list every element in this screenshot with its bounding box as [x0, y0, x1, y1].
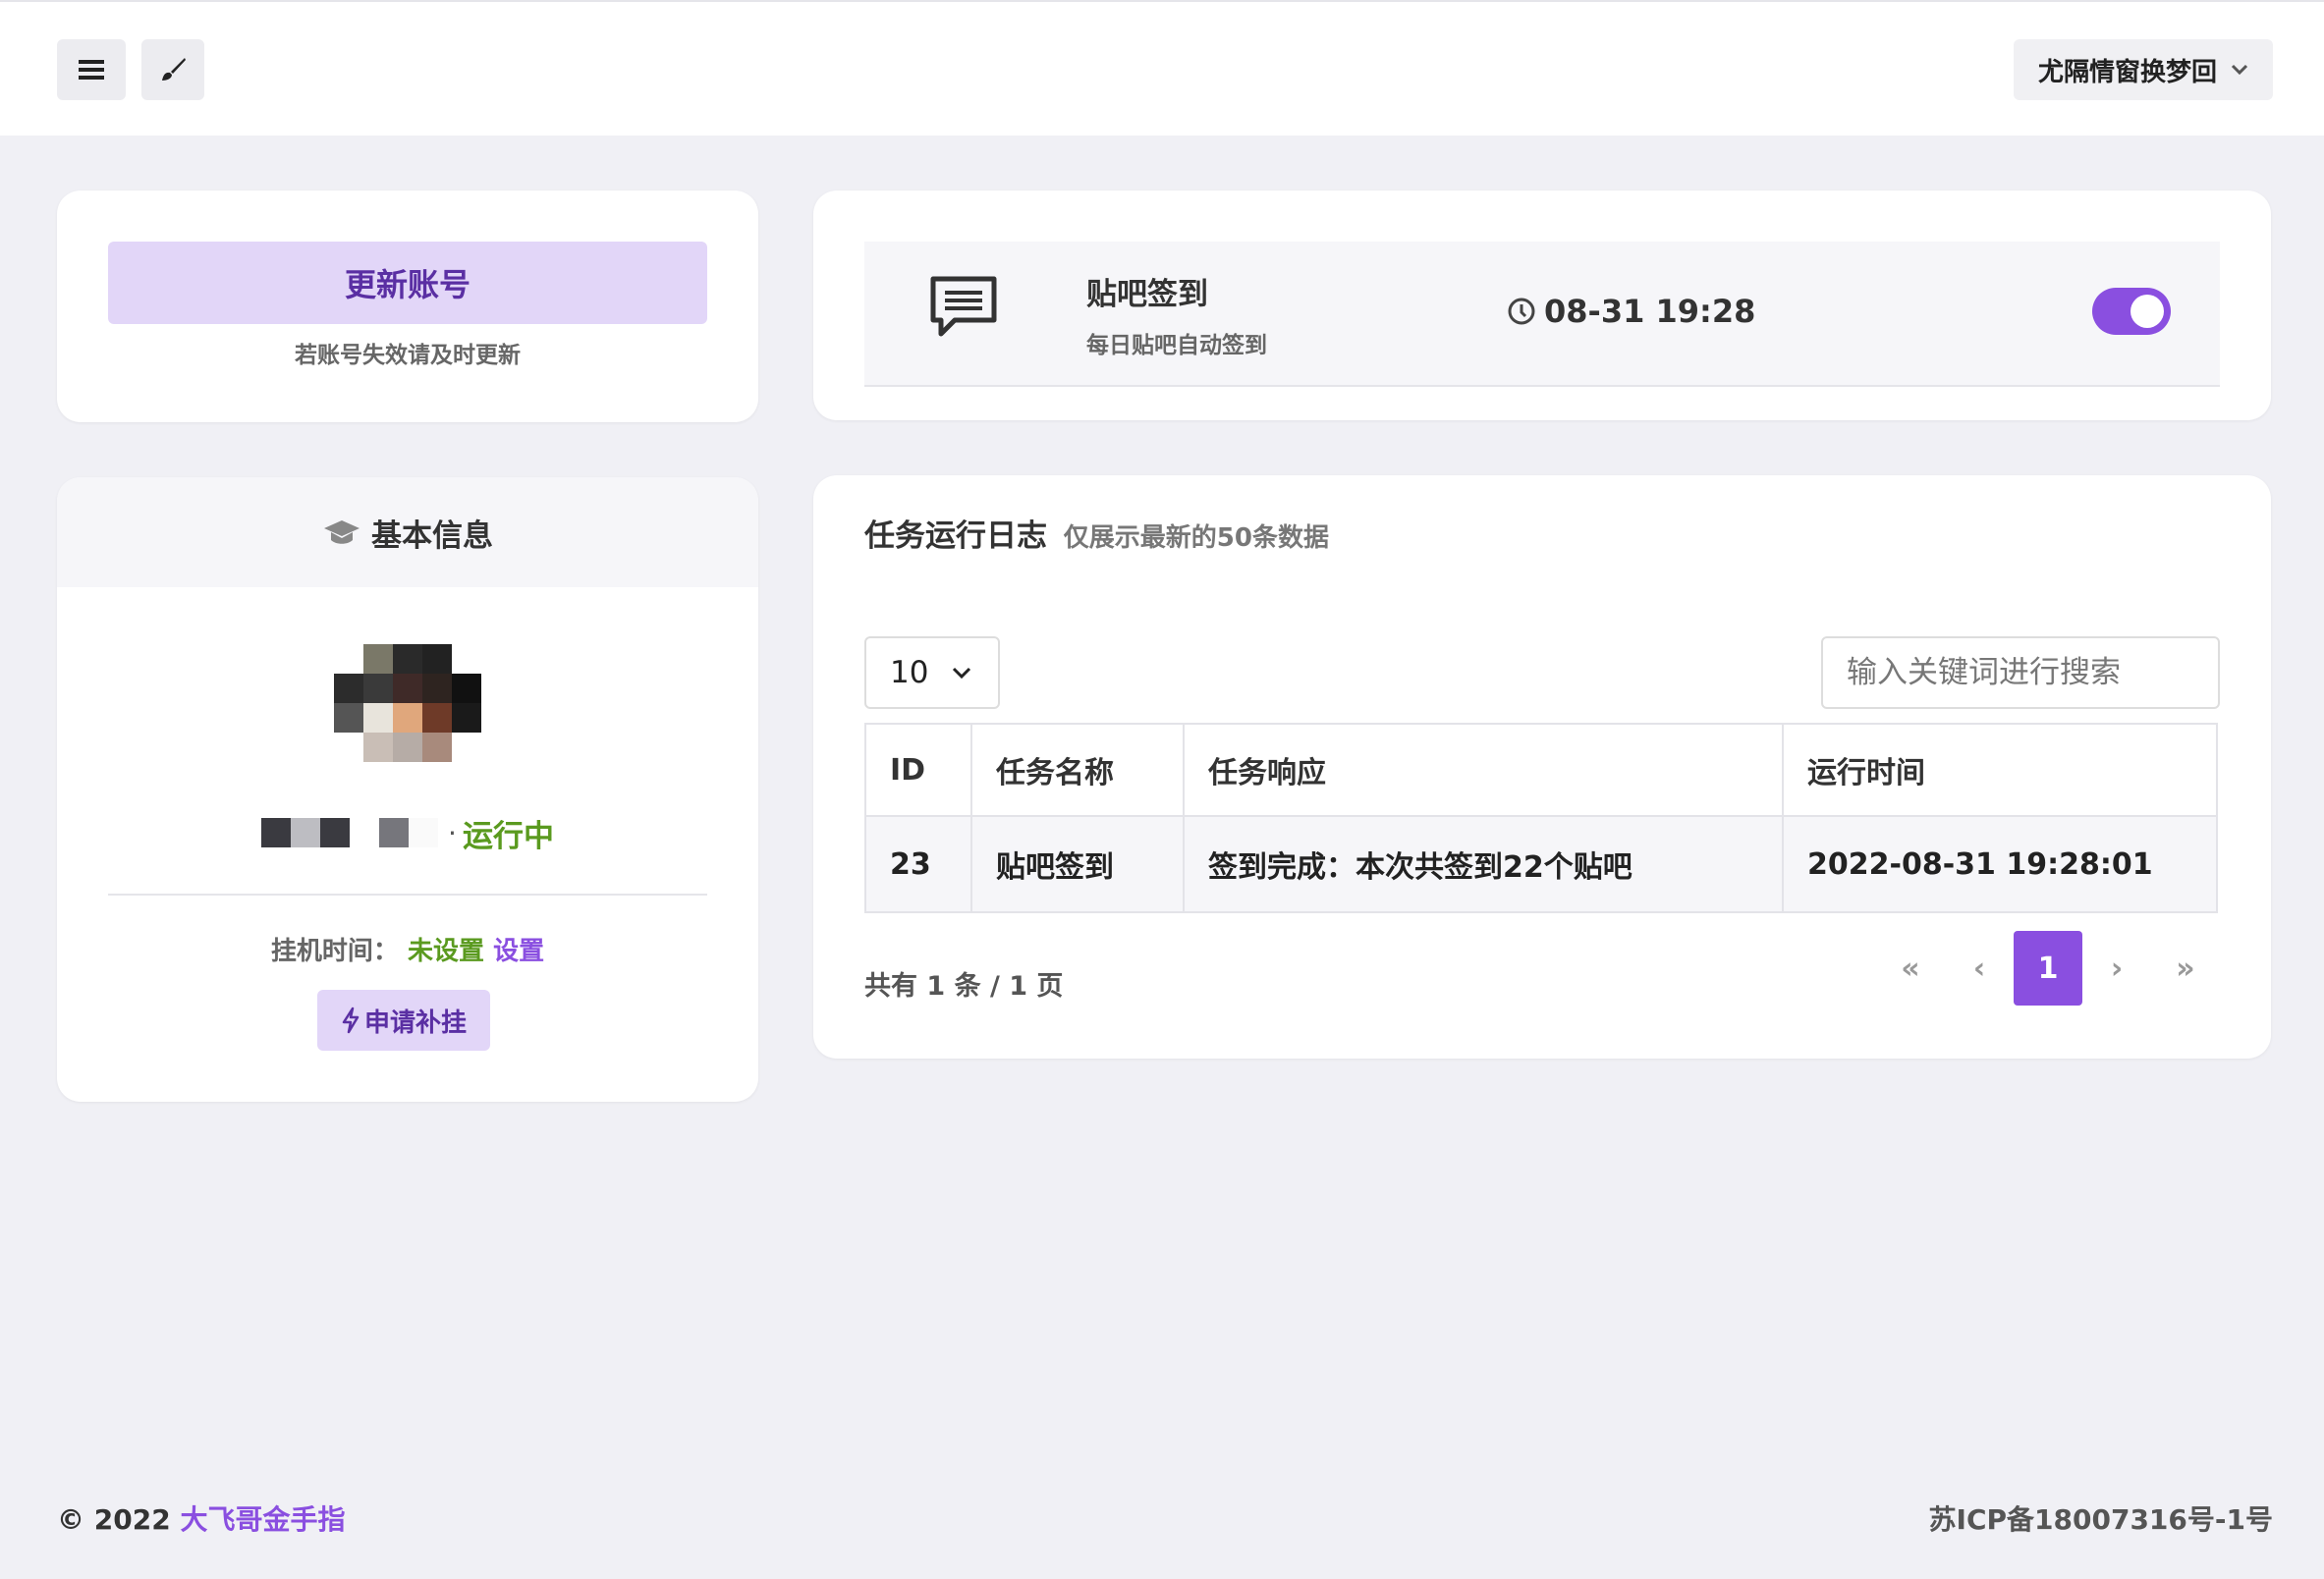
task-log-header: 任务运行日志 仅展示最新的50条数据: [864, 511, 1329, 555]
apply-rehang-button[interactable]: 申请补挂: [317, 990, 490, 1051]
basic-info-card: 基本信息 · 运行中 挂机时间： 未设置 设置 申请补挂: [57, 477, 758, 1102]
task-subtitle: 每日贴吧自动签到: [1086, 333, 1267, 358]
user-menu[interactable]: 尤隔情窗换梦回: [2014, 39, 2273, 100]
hamburger-menu-icon: [79, 60, 104, 80]
apply-rehang-label: 申请补挂: [363, 1007, 467, 1038]
footer-brand-link[interactable]: 大飞哥金手指: [180, 1503, 345, 1536]
status-separator: ·: [448, 816, 457, 849]
chevron-down-icon: [953, 667, 971, 679]
table-header-row: ID 任务名称 任务响应 运行时间: [864, 723, 2218, 817]
task-log-title: 任务运行日志: [864, 518, 1047, 554]
running-status: 运行中: [462, 818, 554, 854]
info-divider: [108, 894, 707, 896]
hang-time-value: 未设置: [407, 937, 484, 966]
graduation-cap-icon: [324, 520, 360, 544]
cell-task-name: 贴吧签到: [970, 815, 1185, 913]
column-header-id[interactable]: ID: [864, 723, 972, 817]
task-title: 贴吧签到: [1086, 277, 1208, 312]
hang-time-row: 挂机时间： 未设置 设置: [57, 931, 758, 967]
basic-info-header: 基本信息: [57, 477, 758, 587]
double-chevron-right-icon: »: [2176, 951, 2195, 986]
chevron-down-icon: [2231, 64, 2248, 76]
task-log-card: 任务运行日志 仅展示最新的50条数据 10 ID 任务名称 任务响应 运行时间 …: [813, 475, 2271, 1059]
page-1-button[interactable]: 1: [2014, 931, 2082, 1006]
task-row: 贴吧签到 每日贴吧自动签到 08-31 19:28: [864, 242, 2220, 387]
task-time: 08-31 19:28: [1507, 293, 1755, 330]
next-page-button[interactable]: ›: [2082, 931, 2151, 1006]
pagination: « ‹ 1 › »: [1876, 931, 2220, 1006]
double-chevron-left-icon: «: [1901, 951, 1920, 986]
column-header-task-name[interactable]: 任务名称: [970, 723, 1185, 817]
task-log-subtitle: 仅展示最新的50条数据: [1063, 523, 1329, 553]
menu-button[interactable]: [57, 39, 126, 100]
task-enable-toggle[interactable]: [2092, 288, 2171, 335]
account-name-row: · 运行中: [57, 811, 758, 854]
page-size-select[interactable]: 10: [864, 636, 1000, 709]
copyright-text: © 2022: [57, 1503, 181, 1536]
cell-response: 签到完成：本次共签到22个贴吧: [1183, 815, 1784, 913]
column-header-response[interactable]: 任务响应: [1183, 723, 1784, 817]
update-account-note: 若账号失效请及时更新: [295, 343, 521, 368]
avatar: [334, 644, 481, 762]
footer-copyright: © 2022 大飞哥金手指: [57, 1498, 345, 1538]
top-bar: 尤隔情窗换梦回: [0, 0, 2324, 136]
chevron-right-icon: ›: [2110, 951, 2124, 986]
chevron-left-icon: ‹: [1972, 951, 1986, 986]
cell-id: 23: [864, 815, 972, 913]
chat-message-icon: [930, 276, 997, 337]
column-header-run-time[interactable]: 运行时间: [1782, 723, 2218, 817]
task-card: 贴吧签到 每日贴吧自动签到 08-31 19:28: [813, 191, 2271, 420]
hang-time-label: 挂机时间：: [270, 937, 399, 966]
toggle-knob: [2130, 295, 2164, 328]
footer-icp[interactable]: 苏ICP备18007316号-1号: [1929, 1498, 2273, 1538]
update-account-button[interactable]: 更新账号: [108, 242, 707, 324]
first-page-button[interactable]: «: [1876, 931, 1945, 1006]
page-size-value: 10: [890, 655, 929, 690]
task-log-table: ID 任务名称 任务响应 运行时间 23 贴吧签到 签到完成：本次共签到22个贴…: [864, 723, 2218, 913]
basic-info-title: 基本信息: [371, 517, 493, 554]
hang-time-set-link[interactable]: 设置: [493, 937, 544, 966]
lightning-icon: [342, 1007, 360, 1034]
paint-brush-icon: [162, 58, 186, 81]
account-card: 更新账号 若账号失效请及时更新: [57, 191, 758, 422]
task-time-value: 08-31 19:28: [1544, 293, 1756, 330]
last-page-button[interactable]: »: [2151, 931, 2220, 1006]
theme-button[interactable]: [141, 39, 204, 100]
clock-icon: [1508, 298, 1535, 325]
masked-username: [261, 818, 439, 847]
username: 尤隔情窗换梦回: [2037, 57, 2217, 87]
cell-run-time: 2022-08-31 19:28:01: [1782, 815, 2218, 913]
prev-page-button[interactable]: ‹: [1945, 931, 2014, 1006]
search-input[interactable]: [1821, 636, 2220, 709]
pagination-total: 共有 1 条 / 1 页: [864, 971, 1064, 1002]
table-row: 23 贴吧签到 签到完成：本次共签到22个贴吧 2022-08-31 19:28…: [864, 815, 2218, 913]
